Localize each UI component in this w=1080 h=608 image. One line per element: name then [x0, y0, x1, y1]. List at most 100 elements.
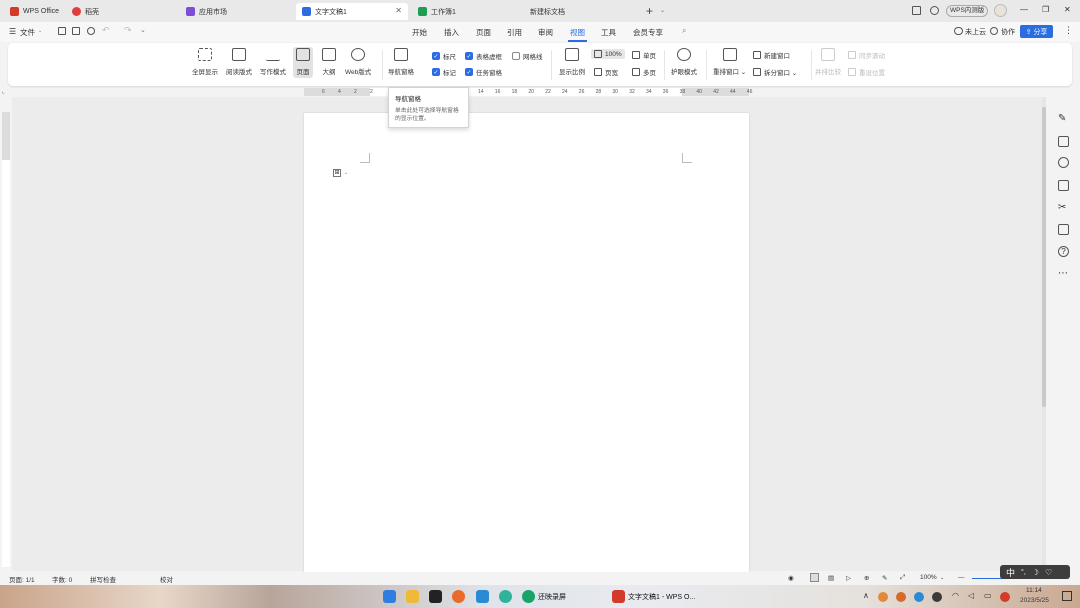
file-menu[interactable]: 文件 [20, 27, 35, 38]
minimize-icon[interactable]: — [1020, 5, 1028, 14]
style-icon[interactable] [1058, 157, 1069, 168]
spell-check[interactable]: 拼写检查 [90, 574, 116, 584]
read-layout-button[interactable]: 阅读版式 [226, 48, 252, 76]
task-pane-checkbox[interactable]: ✓ 任务窗格 [465, 67, 502, 77]
search-icon[interactable]: ⌕ [682, 26, 686, 36]
select-icon[interactable] [1058, 136, 1069, 147]
more-options-icon[interactable]: ⋮ [1064, 25, 1073, 36]
undo-icon[interactable]: ↶ [102, 25, 110, 36]
menu-page[interactable]: 页面 [476, 27, 491, 38]
tab-wps-office[interactable]: WPS Office [4, 3, 62, 20]
wps-icon[interactable] [612, 590, 625, 603]
menu-tools[interactable]: 工具 [601, 27, 616, 38]
view-icon[interactable]: ◉ [788, 574, 794, 582]
chevron-down-icon[interactable]: ⌄ [940, 575, 944, 581]
tray-icon[interactable] [896, 592, 906, 602]
more-icon[interactable]: ⋯ [1058, 268, 1069, 279]
vertical-ruler[interactable] [2, 112, 10, 567]
reset-position-button[interactable]: 重设位置 [848, 67, 885, 77]
vertical-scrollbar[interactable] [1042, 97, 1046, 571]
menu-start[interactable]: 开始 [412, 27, 427, 38]
save-icon[interactable] [58, 27, 66, 35]
tray-icon[interactable] [932, 592, 942, 602]
ruler-checkbox[interactable]: ✓ 标尺 [432, 51, 456, 61]
tab-daoke[interactable]: 稻壳 [66, 3, 176, 20]
more-icon[interactable]: ⌄ [140, 26, 146, 34]
volume-icon[interactable]: ◁ [968, 591, 974, 600]
web-view-icon[interactable]: ▤ [828, 574, 834, 582]
globe-icon[interactable]: ⊕ [864, 574, 869, 582]
tools-icon[interactable]: ✂ [1058, 202, 1069, 213]
tray-icon[interactable] [914, 592, 924, 602]
file-explorer-icon[interactable] [406, 590, 419, 603]
split-window-button[interactable]: 拆分窗口 ⌄ [753, 67, 797, 77]
share-button[interactable]: ⇪ 分享 [1020, 25, 1053, 38]
sync-scroll-button[interactable]: 同步滚动 [848, 50, 885, 60]
new-window-button[interactable]: 新建窗口 [753, 50, 790, 60]
avatar[interactable] [994, 4, 1007, 17]
page-view-button[interactable]: 页面 [293, 47, 313, 78]
app-icon[interactable] [476, 590, 489, 603]
nav-pane-button[interactable]: 导航窗格 [388, 48, 414, 76]
chevron-down-icon[interactable]: ⌄ [344, 170, 348, 176]
app-icon[interactable] [429, 590, 442, 603]
firefox-icon[interactable] [452, 590, 465, 603]
help-icon[interactable]: ? [1058, 246, 1069, 257]
recorder-icon[interactable] [522, 590, 535, 603]
zoom-out-icon[interactable]: — [958, 574, 965, 581]
print-preview-icon[interactable] [87, 27, 95, 35]
hamburger-icon[interactable]: ☰ [9, 27, 16, 36]
web-layout-button[interactable]: Web版式 [345, 48, 371, 76]
close-tab-icon[interactable]: ✕ [395, 6, 402, 15]
start-icon[interactable] [383, 590, 396, 603]
menu-reference[interactable]: 引用 [507, 27, 522, 38]
ime-indicator[interactable]: 中 °, ☽ ♡ [1000, 565, 1070, 579]
multi-page-button[interactable]: 多页 [632, 67, 656, 77]
menu-view[interactable]: 视图 [568, 27, 587, 42]
gridlines-checkbox[interactable]: 网格线 [512, 51, 543, 61]
beta-badge[interactable]: WPS内测版 [946, 5, 989, 17]
clock-time[interactable]: 11:14 [1026, 587, 1042, 594]
pen-icon[interactable]: ✎ [1058, 113, 1069, 124]
chevron-down-icon[interactable]: ⌄ [38, 28, 42, 34]
wifi-icon[interactable]: ◠ [952, 591, 959, 600]
document-page[interactable]: ⊞ ⌄ [304, 113, 749, 573]
restore-icon[interactable]: ❐ [1042, 5, 1049, 14]
tab-workbook1[interactable]: 工作簿1 [412, 3, 522, 20]
redo-icon[interactable]: ↷ [124, 25, 132, 36]
page-count[interactable]: 页面: 1/1 [9, 574, 35, 584]
markup-checkbox[interactable]: ✓ 标记 [432, 67, 456, 77]
export-icon[interactable] [72, 27, 80, 35]
fit-icon[interactable]: ⤢ [900, 574, 905, 582]
tab-stop-icon[interactable]: ⌞ [2, 88, 5, 95]
page-width-button[interactable]: 页宽 [594, 67, 618, 77]
menu-review[interactable]: 审阅 [538, 27, 553, 38]
taskbar-app-recorder[interactable]: 还映录屏 [538, 592, 566, 602]
menu-insert[interactable]: 插入 [444, 27, 459, 38]
notification-icon[interactable] [1062, 591, 1072, 601]
tab-new-doc[interactable]: 新建标文档 [528, 3, 638, 20]
new-tab-plus-icon[interactable]: + [646, 4, 653, 18]
clock-date[interactable]: 2023/5/25 [1020, 597, 1049, 604]
tab-app-market[interactable]: 应用市场 [180, 3, 290, 20]
tab-doc1[interactable]: 文字文稿1 ✕ [296, 3, 408, 20]
menu-member[interactable]: 会员专享 [633, 27, 663, 38]
chevron-down-icon[interactable]: ⌄ [660, 7, 665, 14]
close-window-icon[interactable]: ✕ [1064, 5, 1071, 14]
word-count[interactable]: 字数: 0 [52, 574, 72, 584]
collab-button[interactable]: 协作 [1001, 27, 1015, 37]
side-by-side-button[interactable]: 并排比较 [815, 48, 841, 76]
battery-icon[interactable]: ▭ [984, 591, 992, 600]
table-gridlines-checkbox[interactable]: ✓ 表格虚框 [465, 51, 502, 61]
outline-button[interactable]: 大纲 [322, 48, 336, 76]
pen-icon[interactable]: ✎ [882, 574, 887, 582]
zoom-level[interactable]: 100% [920, 574, 937, 581]
tray-icon[interactable] [1000, 592, 1010, 602]
zoom-100-button[interactable]: 100% [591, 49, 625, 59]
write-mode-button[interactable]: 写作模式 [260, 48, 286, 76]
play-icon[interactable]: ▷ [846, 574, 851, 582]
layout-icon[interactable] [912, 6, 921, 15]
image-icon[interactable] [1058, 180, 1069, 191]
bookmark-icon[interactable] [1058, 224, 1069, 235]
skin-icon[interactable] [930, 6, 939, 15]
